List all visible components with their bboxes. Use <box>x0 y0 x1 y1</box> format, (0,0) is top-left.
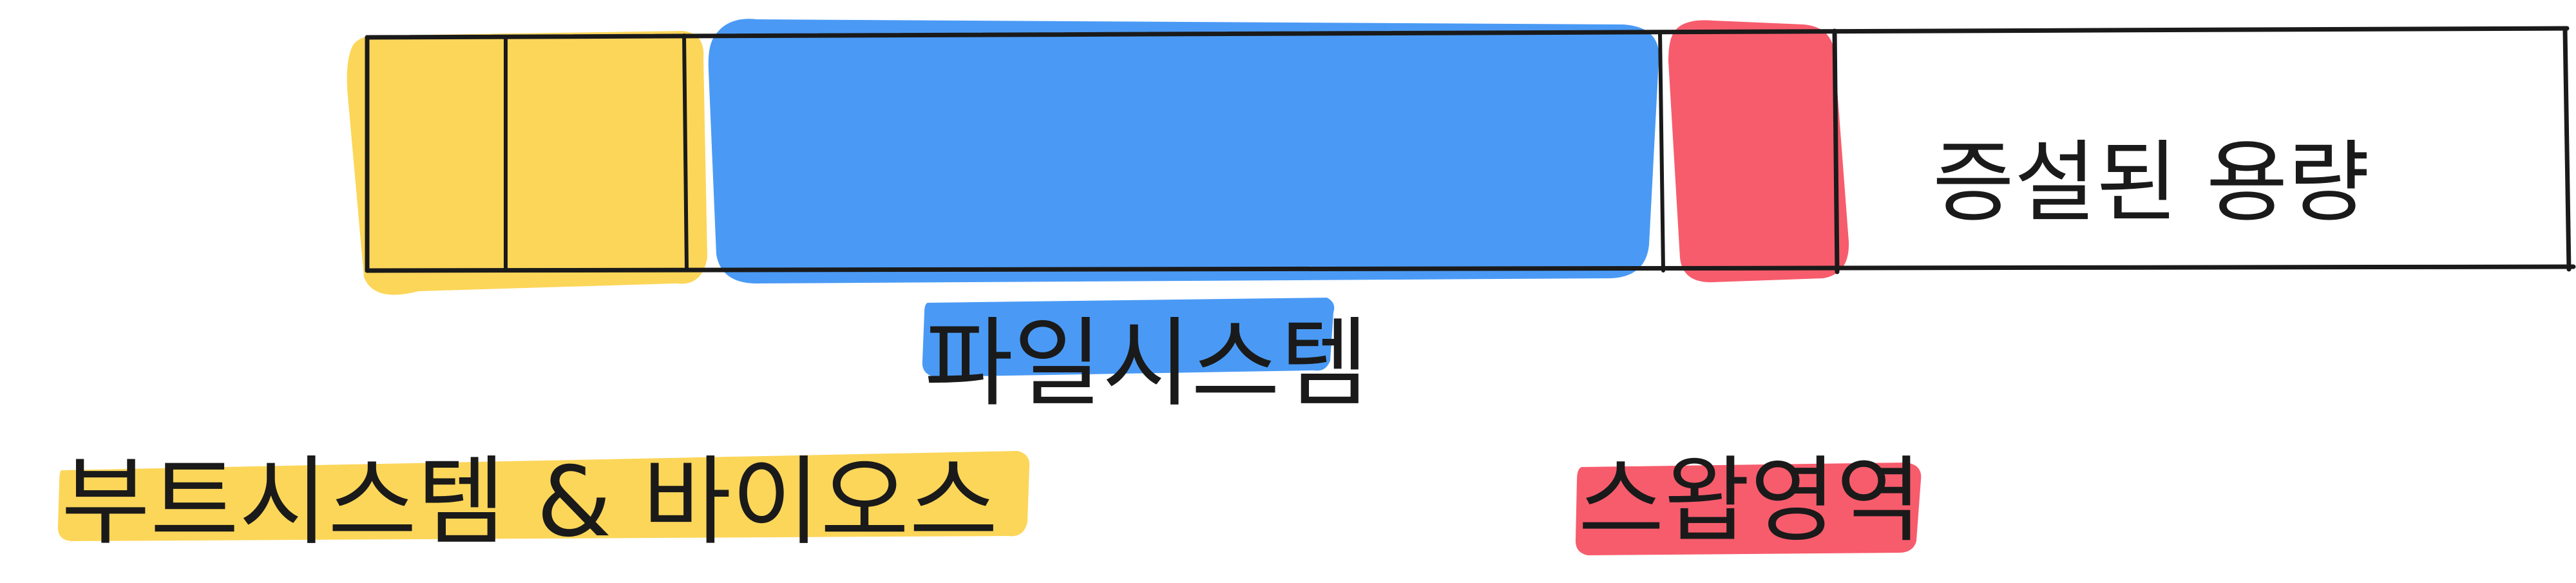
bar-right-edge <box>2562 27 2571 272</box>
filesystem-highlight <box>708 19 1659 284</box>
boot-label: 부트시스템 & 바이오스 <box>61 446 998 559</box>
swap-highlight <box>1668 20 1849 283</box>
capacity-label: 증설된 용량 <box>1932 131 2370 234</box>
filesystem-label: 파일시스템 <box>924 308 1369 420</box>
filesystem-end-divider <box>1658 30 1665 272</box>
swap-label: 스왑영역 <box>1578 446 1922 555</box>
boot-highlight <box>347 31 707 295</box>
boot-end-divider <box>682 33 689 271</box>
swap-end-divider <box>1832 28 1840 274</box>
